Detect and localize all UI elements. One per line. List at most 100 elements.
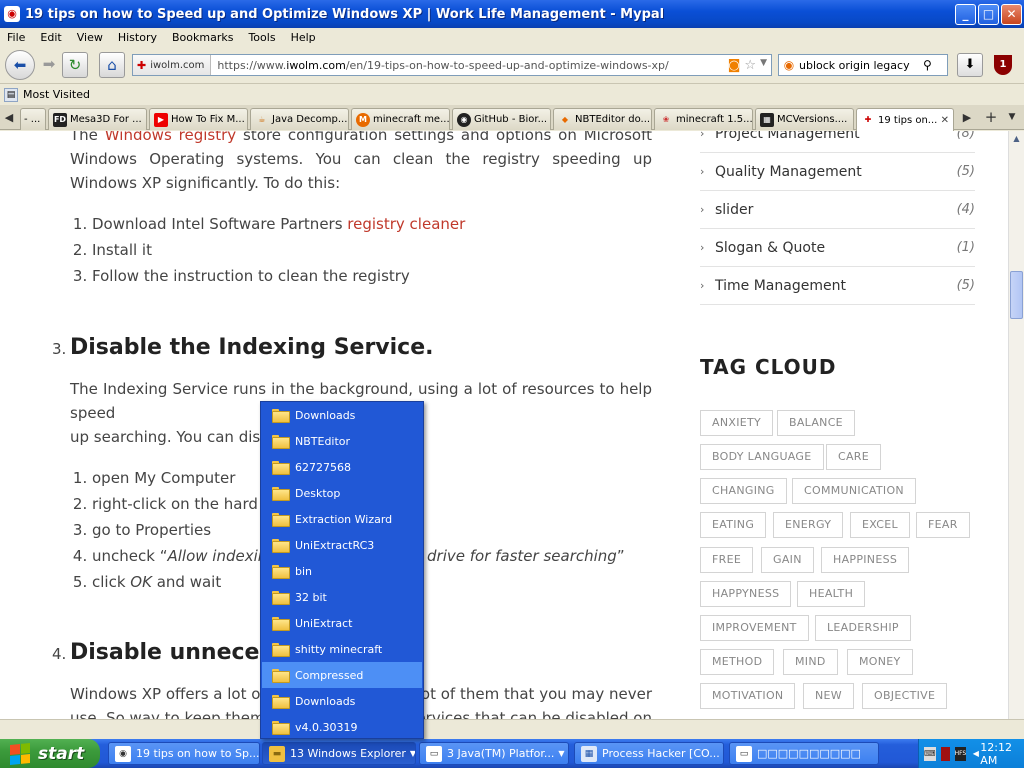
search-bar[interactable]: ◉ ⚲ xyxy=(778,54,948,76)
menu-bookmarks[interactable]: Bookmarks xyxy=(165,31,241,44)
tag-link[interactable]: HAPPYNESS xyxy=(700,581,792,607)
ublock-origin-button[interactable]: 1 xyxy=(990,53,1016,77)
menu-item-desktop[interactable]: Desktop xyxy=(262,480,422,506)
menu-view[interactable]: View xyxy=(70,31,111,44)
tab-8[interactable]: ▦ MCVersions.... xyxy=(755,108,854,130)
category-slogan-quote[interactable]: › Slogan & Quote (1) xyxy=(700,229,975,267)
tag-link[interactable]: METHOD xyxy=(700,649,775,675)
menu-item-downloads-2[interactable]: Downloads xyxy=(262,688,422,714)
menu-item-uniextract[interactable]: UniExtract xyxy=(262,610,422,636)
tag-link[interactable]: MONEY xyxy=(847,649,913,675)
menu-item-uniextractrc3[interactable]: UniExtractRC3 xyxy=(262,532,422,558)
menu-item-downloads[interactable]: Downloads xyxy=(262,402,422,428)
menu-item-62727568[interactable]: 62727568 xyxy=(262,454,422,480)
tab-9-active[interactable]: ✚ 19 tips on... ✕ xyxy=(856,108,954,131)
url-text[interactable]: https://www.iwolm.com/en/19-tips-on-how-… xyxy=(217,59,715,72)
taskbar-item-mypal[interactable]: ◉ 19 tips on how to Sp... xyxy=(108,742,260,765)
taskbar-item-process-hacker[interactable]: ▦ Process Hacker [CO... xyxy=(574,742,724,765)
menu-tools[interactable]: Tools xyxy=(241,31,283,44)
category-time-management[interactable]: › Time Management (5) xyxy=(700,267,975,305)
category-quality-management[interactable]: › Quality Management (5) xyxy=(700,153,975,191)
taskbar-item-java[interactable]: ▭ 3 Java(TM) Platfor... ▼ xyxy=(419,742,569,765)
search-input[interactable] xyxy=(799,58,919,72)
tab-close-icon[interactable]: ✕ xyxy=(938,115,949,126)
maximize-button[interactable]: □ xyxy=(978,4,999,25)
registry-cleaner-link[interactable]: registry cleaner xyxy=(347,215,465,233)
taskbar-item-windows-explorer[interactable]: ▬ 13 Windows Explorer ▼ xyxy=(262,742,416,765)
taskbar-item-untitled-window[interactable]: ▭ □□□□□□□□□□ xyxy=(729,742,879,765)
menu-item-extraction-wizard[interactable]: Extraction Wizard xyxy=(262,506,422,532)
menu-item-32-bit[interactable]: 32 bit xyxy=(262,584,422,610)
bookmark-star-icon[interactable]: ☆ xyxy=(744,58,756,73)
url-dropdown-icon[interactable]: ▼ xyxy=(760,58,767,73)
tab-6[interactable]: ◆ NBTEditor do... xyxy=(553,108,652,130)
tag-link[interactable]: ENERGY xyxy=(773,512,844,538)
tab-scroll-left-icon[interactable]: ◀ xyxy=(0,105,18,130)
windows-registry-link[interactable]: Windows registry xyxy=(105,131,236,144)
close-button[interactable]: ✕ xyxy=(1001,4,1022,25)
red-square-icon[interactable] xyxy=(940,746,950,761)
start-button[interactable]: start xyxy=(0,739,100,768)
tag-link[interactable]: ANXIETY xyxy=(700,410,774,436)
tab-5[interactable]: ◉ GitHub - Bior... xyxy=(452,108,551,130)
forward-arrow-icon[interactable]: ➡ xyxy=(36,52,62,78)
search-engine-icon[interactable]: ◉ xyxy=(779,58,799,72)
tag-link[interactable]: HAPPINESS xyxy=(821,547,910,573)
rss-feed-icon[interactable]: ◙ xyxy=(728,58,741,73)
volume-speaker-icon[interactable]: ◀ xyxy=(971,747,980,761)
tag-link[interactable]: FREE xyxy=(700,547,754,573)
minimize-button[interactable]: _ xyxy=(955,4,976,25)
tag-link[interactable]: CHANGING xyxy=(700,478,787,504)
tag-link[interactable]: MOTIVATION xyxy=(700,683,796,709)
site-identity-button[interactable]: ✚ iwolm.com xyxy=(133,55,212,75)
menu-history[interactable]: History xyxy=(111,31,165,44)
tag-link[interactable]: IMPROVEMENT xyxy=(700,615,809,641)
home-icon[interactable]: ⌂ xyxy=(99,52,125,78)
url-bar[interactable]: ✚ iwolm.com https://www.iwolm.com/en/19-… xyxy=(132,54,772,76)
bookmark-most-visited[interactable]: Most Visited xyxy=(23,88,90,101)
tag-link[interactable]: EXCEL xyxy=(850,512,910,538)
hfs-disk-icon[interactable]: HFS xyxy=(954,746,967,761)
tag-link[interactable]: EATING xyxy=(700,512,767,538)
menu-help[interactable]: Help xyxy=(284,31,324,44)
menu-item-bin[interactable]: bin xyxy=(262,558,422,584)
mypal-app-icon[interactable]: ◉ xyxy=(4,6,20,22)
menu-edit[interactable]: Edit xyxy=(33,31,69,44)
tag-link[interactable]: MIND xyxy=(783,649,838,675)
tab-0[interactable]: - ... xyxy=(20,108,46,130)
menu-file[interactable]: File xyxy=(0,31,33,44)
reload-icon[interactable]: ↻ xyxy=(62,52,88,78)
tag-link[interactable]: HEALTH xyxy=(797,581,866,607)
page-scrollbar[interactable]: ▲ xyxy=(1008,131,1024,719)
tag-link[interactable]: NEW xyxy=(803,683,854,709)
all-tabs-dropdown-icon[interactable]: ▼ xyxy=(1003,105,1021,130)
tab-4[interactable]: M minecraft me... xyxy=(351,108,450,130)
tag-link[interactable]: COMMUNICATION xyxy=(792,478,916,504)
scroll-up-arrow-icon[interactable]: ▲ xyxy=(1010,131,1023,146)
title-bar[interactable]: ◉ 19 tips on how to Speed up and Optimiz… xyxy=(0,0,1024,28)
back-arrow-icon[interactable]: ⬅ xyxy=(5,50,35,80)
keyboard-icon[interactable]: ⌨ xyxy=(924,746,936,761)
tag-link[interactable]: CARE xyxy=(826,444,881,470)
category-project-management[interactable]: › Project Management (8) xyxy=(700,131,975,153)
menu-item-shitty-minecraft[interactable]: shitty minecraft xyxy=(262,636,422,662)
new-tab-icon[interactable]: + xyxy=(982,105,1000,130)
tag-link[interactable]: GAIN xyxy=(761,547,814,573)
tag-link[interactable]: FEAR xyxy=(916,512,970,538)
menu-item-compressed[interactable]: Compressed xyxy=(262,662,422,688)
downloads-icon[interactable]: ⬇ xyxy=(957,53,983,77)
tab-2[interactable]: ▶ How To Fix M... xyxy=(149,108,248,130)
tag-link[interactable]: BODY LANGUAGE xyxy=(700,444,824,470)
tab-3[interactable]: ☕ Java Decomp... xyxy=(250,108,349,130)
tab-7[interactable]: ❀ minecraft 1.5... xyxy=(654,108,753,130)
search-magnifier-icon[interactable]: ⚲ xyxy=(923,58,932,72)
tag-link[interactable]: BALANCE xyxy=(777,410,855,436)
menu-item-v4-0-30319[interactable]: v4.0.30319 xyxy=(262,714,422,740)
system-clock[interactable]: 12:12 AM xyxy=(980,741,1014,767)
tag-link[interactable]: OBJECTIVE xyxy=(862,683,948,709)
tag-link[interactable]: LEADERSHIP xyxy=(815,615,911,641)
scrollbar-thumb[interactable] xyxy=(1010,271,1023,319)
tab-scroll-right-icon[interactable]: ▶ xyxy=(958,105,976,130)
tab-1[interactable]: FD Mesa3D For ... xyxy=(48,108,147,130)
menu-item-nbteditor[interactable]: NBTEditor xyxy=(262,428,422,454)
